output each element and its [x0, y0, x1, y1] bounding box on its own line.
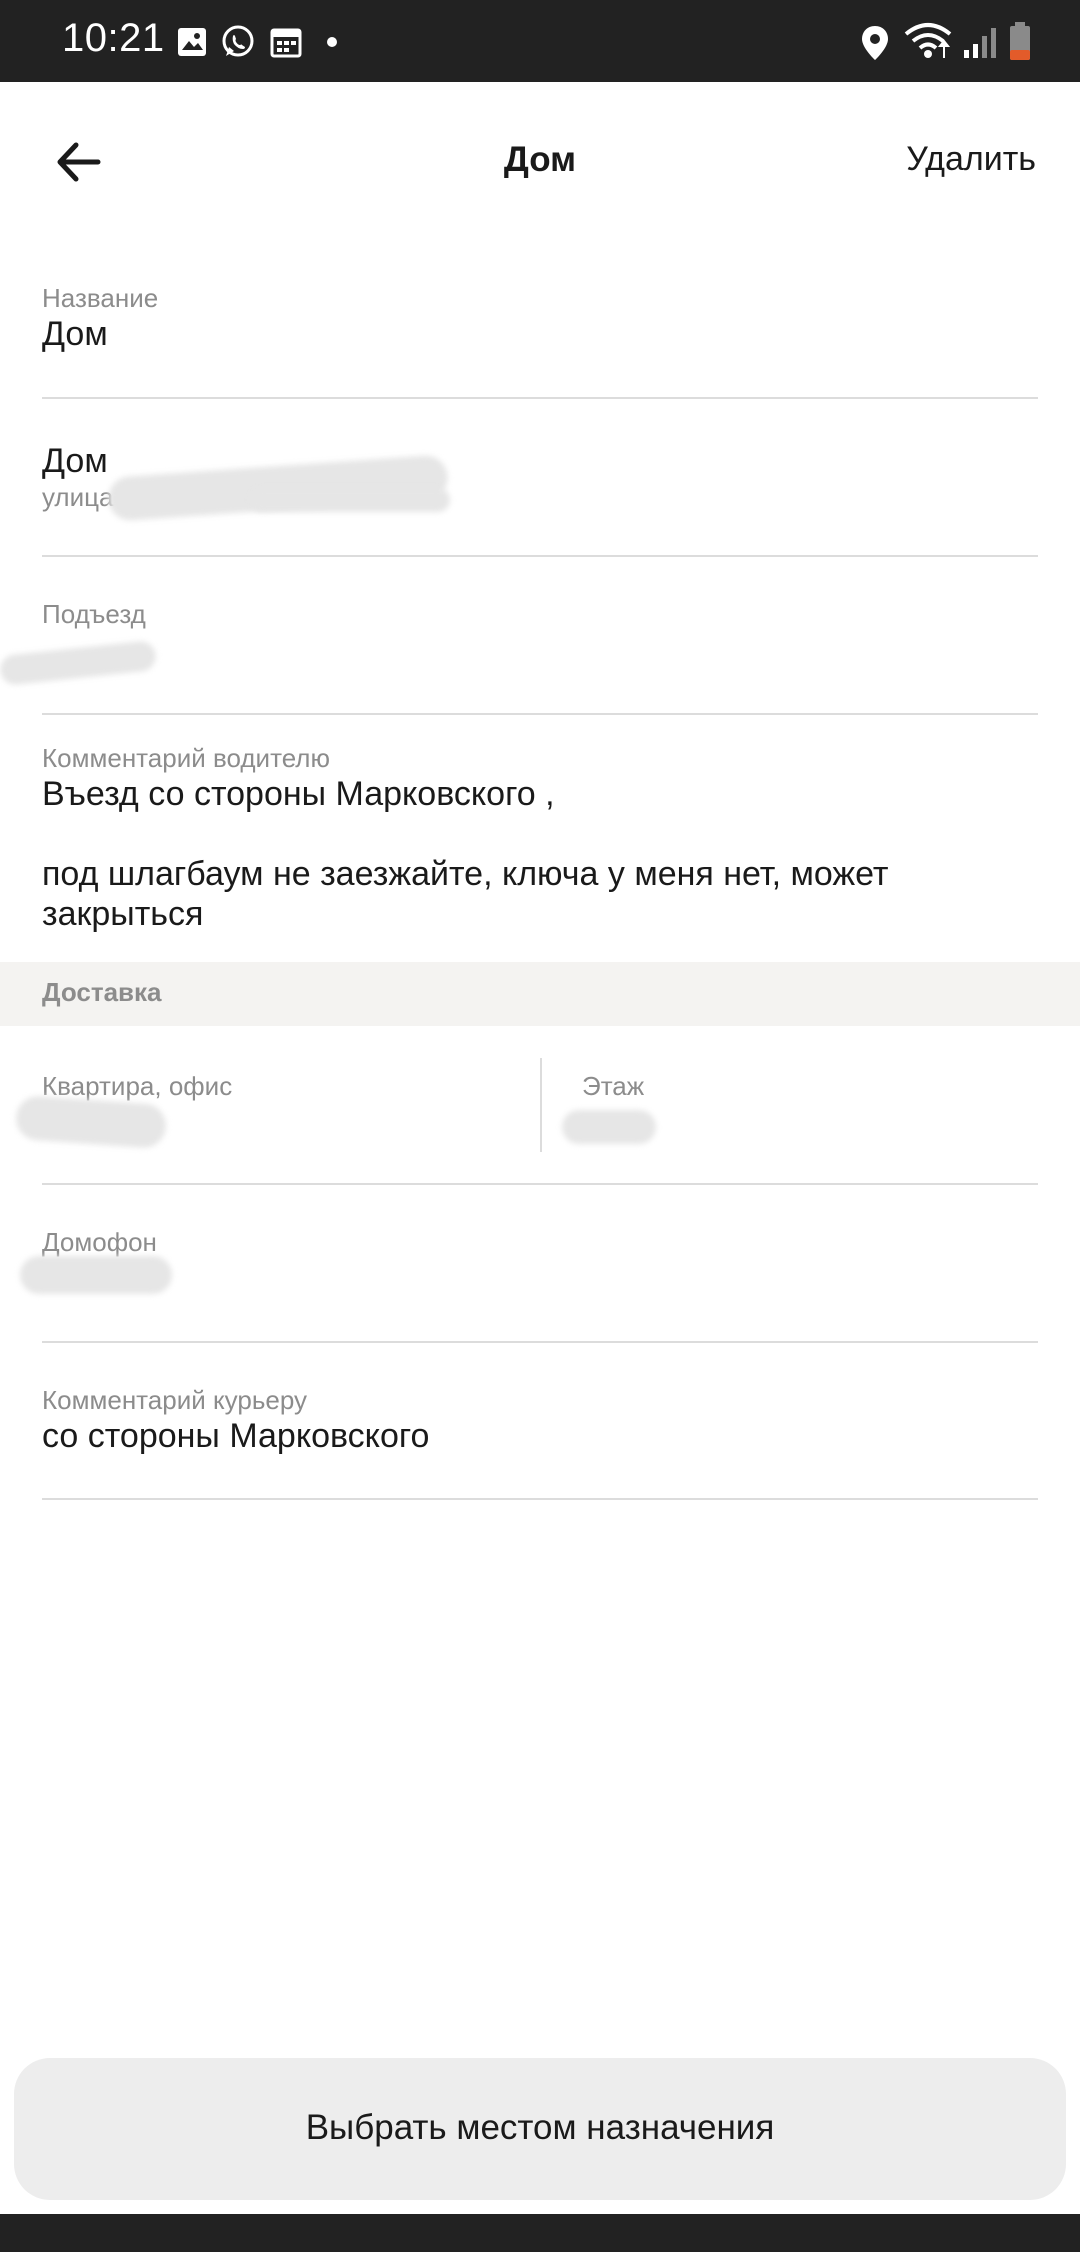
driver-comment-value: Въезд со стороны Марковского , под шлагб… — [42, 775, 889, 933]
name-field-label: Название — [42, 283, 159, 313]
signal-icon — [964, 28, 996, 58]
whatsapp-icon — [222, 25, 254, 57]
app-bar: Дом Удалить — [0, 82, 1080, 242]
status-time: 10:21 — [62, 16, 165, 60]
system-nav-bar — [0, 2214, 1080, 2252]
intercom-field[interactable]: Домофон — [42, 1226, 1038, 1258]
divider — [42, 397, 1038, 399]
dot-icon — [327, 37, 337, 47]
entrance-field-label: Подъезд — [42, 599, 146, 629]
apartment-field-label: Квартира, офис — [42, 1071, 233, 1101]
divider — [42, 1183, 1038, 1185]
driver-comment-label: Комментарий водителю — [42, 743, 330, 773]
system-icons — [852, 20, 1052, 64]
redaction-smudge — [20, 1256, 172, 1294]
wifi-icon — [904, 23, 952, 58]
location-icon — [862, 26, 888, 60]
redaction-smudge — [250, 488, 450, 512]
name-field-value: Дом — [42, 315, 108, 353]
redaction-smudge — [562, 1110, 656, 1144]
divider — [42, 555, 1038, 557]
set-destination-label: Выбрать местом назначения — [305, 2108, 775, 2147]
battery-low-icon — [1010, 22, 1030, 60]
divider — [42, 1341, 1038, 1343]
calendar-icon — [270, 28, 302, 58]
courier-comment-label: Комментарий курьеру — [42, 1385, 307, 1415]
redaction-smudge — [0, 639, 158, 687]
name-field[interactable]: Название Дом — [42, 282, 1038, 354]
delete-button[interactable]: Удалить — [906, 140, 1036, 179]
divider — [42, 713, 1038, 715]
image-icon — [178, 28, 206, 56]
courier-comment-field[interactable]: Комментарий курьеру со стороны Марковско… — [42, 1384, 1038, 1456]
divider — [42, 1498, 1038, 1500]
driver-comment-field[interactable]: Комментарий водителю Въезд со стороны Ма… — [42, 742, 1038, 934]
entrance-field[interactable]: Подъезд — [42, 598, 1038, 630]
redaction-smudge — [14, 1094, 168, 1150]
vertical-divider — [540, 1058, 542, 1152]
delivery-section-title: Доставка — [42, 977, 162, 1007]
floor-field[interactable]: Этаж — [582, 1070, 1038, 1102]
floor-field-label: Этаж — [582, 1071, 645, 1101]
status-bar: 10:21 — [0, 0, 1080, 82]
delivery-section-header: Доставка — [0, 962, 1080, 1026]
courier-comment-value: со стороны Марковского — [42, 1417, 430, 1455]
intercom-field-label: Домофон — [42, 1227, 157, 1257]
set-destination-button[interactable]: Выбрать местом назначения — [14, 2058, 1066, 2200]
apartment-field[interactable]: Квартира, офис — [42, 1070, 522, 1102]
